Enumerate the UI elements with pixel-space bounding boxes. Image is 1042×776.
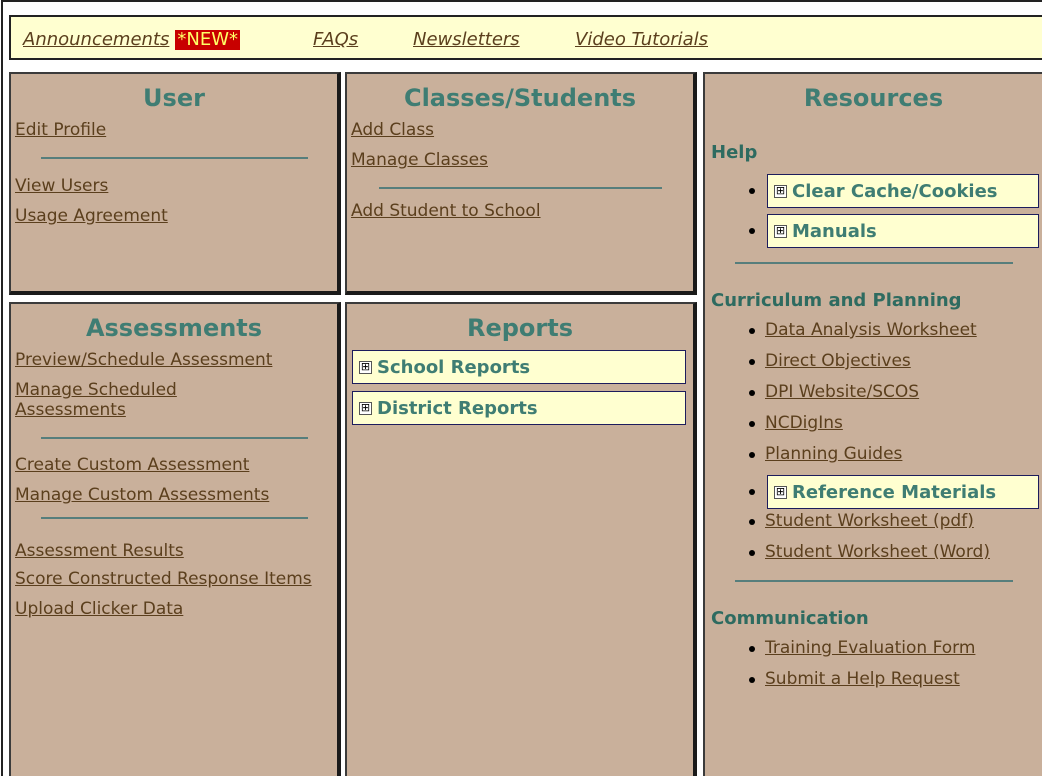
expand-plus-icon: ⊞ <box>359 400 372 415</box>
classes-panel-title: Classes/Students <box>403 84 637 112</box>
divider <box>734 262 1013 264</box>
upload-clicker-data-link[interactable]: Upload Clicker Data <box>15 599 337 619</box>
divider <box>40 157 308 159</box>
classes-students-panel: Classes/Students Add Class Manage Classe… <box>345 72 697 295</box>
newsletters-link[interactable]: Newsletters <box>413 29 520 51</box>
expand-plus-icon: ⊞ <box>774 484 787 499</box>
help-heading: Help <box>711 142 758 163</box>
school-reports-label: School Reports <box>377 356 531 378</box>
data-analysis-worksheet-link[interactable]: Data Analysis Worksheet <box>765 320 977 340</box>
manuals-label: Manuals <box>792 220 877 242</box>
reports-panel: Reports ⊞ School Reports ⊞ District Repo… <box>345 302 697 776</box>
training-evaluation-form-link[interactable]: Training Evaluation Form <box>765 638 975 658</box>
student-worksheet-word-link[interactable]: Student Worksheet (Word) <box>765 542 990 562</box>
bullet <box>749 489 755 495</box>
usage-agreement-link[interactable]: Usage Agreement <box>15 206 337 226</box>
assessments-panel-title: Assessments <box>85 314 263 342</box>
reference-materials-label: Reference Materials <box>792 481 997 503</box>
reference-materials-expander[interactable]: ⊞ Reference Materials <box>767 475 1039 509</box>
worksheet-list: Student Worksheet (pdf) Student Workshee… <box>705 511 1042 562</box>
reference-materials-row: ⊞ Reference Materials <box>705 475 1042 509</box>
user-panel: User Edit Profile View Users Usage Agree… <box>9 72 341 295</box>
submit-help-request-link[interactable]: Submit a Help Request <box>765 669 960 689</box>
manuals-expander[interactable]: ⊞ Manuals <box>767 214 1039 248</box>
bullet <box>749 228 755 234</box>
resources-panel-title: Resources <box>803 84 944 112</box>
divider <box>734 580 1013 582</box>
clear-cache-row: ⊞ Clear Cache/Cookies <box>705 174 1042 208</box>
dpi-website-link[interactable]: DPI Website/SCOS <box>765 382 919 402</box>
school-reports-expander[interactable]: ⊞ School Reports <box>352 350 686 384</box>
preview-schedule-assessment-link[interactable]: Preview/Schedule Assessment <box>15 350 337 370</box>
planning-guides-link[interactable]: Planning Guides <box>765 444 902 464</box>
assessments-panel: Assessments Preview/Schedule Assessment … <box>9 302 341 776</box>
add-class-link[interactable]: Add Class <box>351 120 693 140</box>
district-reports-label: District Reports <box>377 397 538 419</box>
video-tutorials-link[interactable]: Video Tutorials <box>575 29 708 51</box>
district-reports-expander[interactable]: ⊞ District Reports <box>352 391 686 425</box>
view-users-link[interactable]: View Users <box>15 176 337 196</box>
score-constructed-response-link[interactable]: Score Constructed Response Items <box>15 569 315 589</box>
clear-cache-expander[interactable]: ⊞ Clear Cache/Cookies <box>767 174 1039 208</box>
curriculum-heading: Curriculum and Planning <box>711 290 962 311</box>
student-worksheet-pdf-link[interactable]: Student Worksheet (pdf) <box>765 511 974 531</box>
faqs-link[interactable]: FAQs <box>313 29 358 51</box>
resources-panel: Resources Help ⊞ Clear Cache/Cookies ⊞ M… <box>703 72 1042 776</box>
communication-heading: Communication <box>711 608 869 629</box>
divider <box>378 187 662 189</box>
create-custom-assessment-link[interactable]: Create Custom Assessment <box>15 455 337 475</box>
expand-plus-icon: ⊞ <box>359 359 372 374</box>
divider <box>40 517 308 519</box>
manage-scheduled-assessments-link[interactable]: Manage Scheduled Assessments <box>15 380 245 420</box>
announcements-link[interactable]: Announcements *NEW* <box>23 29 241 51</box>
divider <box>40 437 308 439</box>
expand-plus-icon: ⊞ <box>774 223 787 238</box>
new-badge: *NEW* <box>175 29 241 50</box>
curriculum-list: Data Analysis Worksheet Direct Objective… <box>705 320 1042 464</box>
manuals-row: ⊞ Manuals <box>705 214 1042 248</box>
direct-objectives-link[interactable]: Direct Objectives <box>765 351 911 371</box>
manage-classes-link[interactable]: Manage Classes <box>351 150 693 170</box>
user-panel-title: User <box>143 84 205 112</box>
announcements-label: Announcements <box>23 29 170 50</box>
bullet <box>749 188 755 194</box>
add-student-to-school-link[interactable]: Add Student to School <box>351 201 693 221</box>
ncdigins-link[interactable]: NCDigIns <box>765 413 843 433</box>
communication-list: Training Evaluation Form Submit a Help R… <box>705 638 1042 689</box>
edit-profile-link[interactable]: Edit Profile <box>15 120 337 140</box>
reports-panel-title: Reports <box>466 314 574 342</box>
top-navigation-bar: Announcements *NEW* FAQs Newsletters Vide… <box>9 15 1042 60</box>
manage-custom-assessments-link[interactable]: Manage Custom Assessments <box>15 485 337 505</box>
expand-plus-icon: ⊞ <box>774 183 787 198</box>
clear-cache-label: Clear Cache/Cookies <box>792 180 998 202</box>
assessment-results-link[interactable]: Assessment Results <box>15 541 337 561</box>
